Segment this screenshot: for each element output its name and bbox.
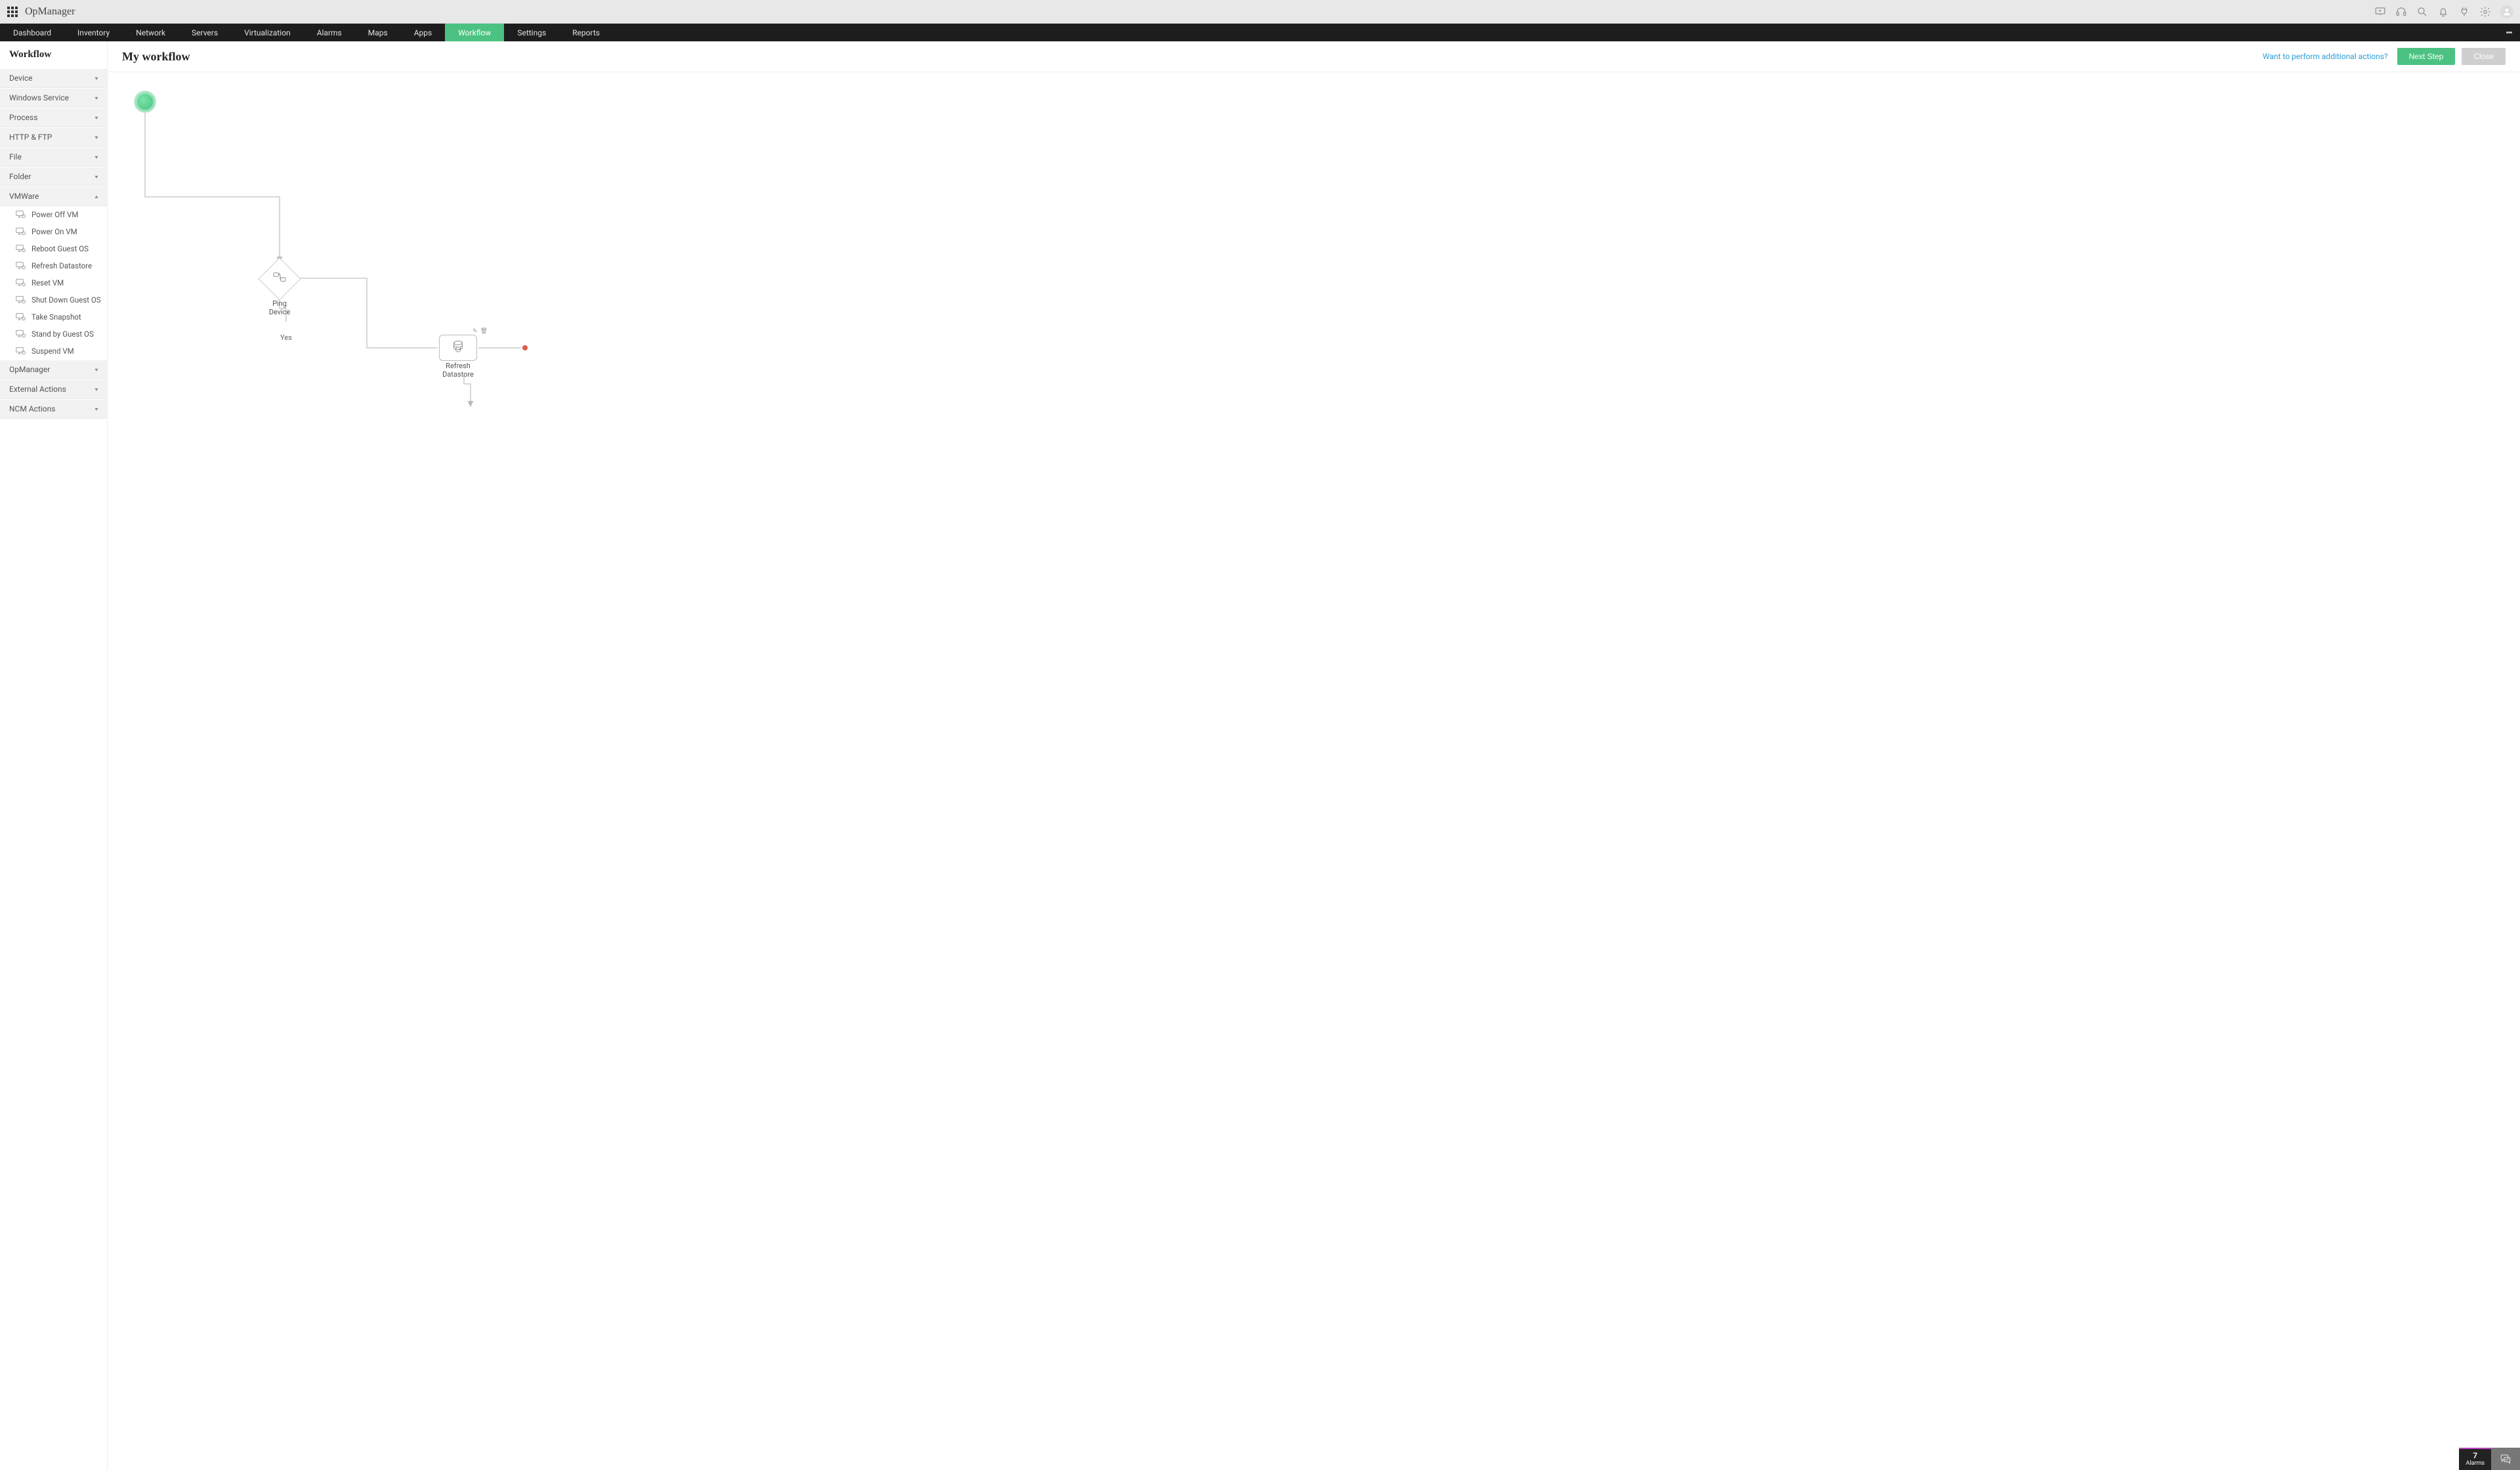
nav-dashboard[interactable]: Dashboard — [0, 24, 64, 41]
nav-apps[interactable]: Apps — [401, 24, 446, 41]
cat-file[interactable]: File▾ — [0, 147, 107, 167]
cat-ncm-actions[interactable]: NCM Actions▾ — [0, 399, 107, 419]
action-label: Take Snapshot — [32, 312, 81, 322]
next-step-button[interactable]: Next Step — [2397, 48, 2456, 65]
action-label: Suspend VM — [32, 346, 74, 356]
cat-folder[interactable]: Folder▾ — [0, 167, 107, 186]
action-suspend-vm[interactable]: Suspend VM — [0, 343, 107, 360]
vm-action-icon — [16, 210, 26, 219]
activity-tools: ✎ 🗑 — [472, 328, 488, 335]
action-power-on-vm[interactable]: Power On VM — [0, 223, 107, 240]
action-reset-vm[interactable]: Reset VM — [0, 274, 107, 291]
vm-action-icon — [16, 261, 26, 270]
action-label: Refresh Datastore — [32, 261, 92, 270]
action-label: Reboot Guest OS — [32, 244, 89, 253]
nav-network[interactable]: Network — [123, 24, 178, 41]
action-stand-by-guest-os[interactable]: Stand by Guest OS — [0, 326, 107, 343]
cat-device[interactable]: Device▾ — [0, 68, 107, 88]
workflow-title: My workflow — [122, 50, 190, 64]
nav-reports[interactable]: Reports — [559, 24, 613, 41]
action-take-snapshot[interactable]: Take Snapshot — [0, 308, 107, 326]
chevron-down-icon: ▾ — [94, 367, 98, 373]
nav-workflow[interactable]: Workflow — [445, 24, 504, 41]
user-avatar[interactable] — [2500, 5, 2513, 18]
flow-connectors — [108, 72, 961, 532]
action-shut-down-guest-os[interactable]: Shut Down Guest OS — [0, 291, 107, 308]
nav-maps[interactable]: Maps — [355, 24, 401, 41]
action-label: Power On VM — [32, 227, 77, 236]
main-nav: DashboardInventoryNetworkServersVirtuali… — [0, 24, 2520, 41]
vm-action-icon — [16, 244, 26, 253]
workflow-canvas-wrap: My workflow Want to perform additional a… — [108, 41, 2520, 1470]
cat-process[interactable]: Process▾ — [0, 108, 107, 127]
cat-opmanager[interactable]: OpManager▾ — [0, 360, 107, 379]
nav-virtualization[interactable]: Virtualization — [231, 24, 304, 41]
chevron-down-icon: ▾ — [94, 406, 98, 412]
edit-activity-icon[interactable]: ✎ — [472, 328, 478, 335]
vm-action-icon — [16, 312, 26, 322]
chevron-down-icon: ▾ — [94, 115, 98, 121]
nav-inventory[interactable]: Inventory — [64, 24, 123, 41]
sidebar: Workflow Device▾Windows Service▾Process▾… — [0, 41, 108, 1470]
apps-grid-icon[interactable] — [7, 6, 18, 18]
headset-icon[interactable] — [2395, 6, 2407, 18]
decision-ping-device[interactable] — [258, 257, 301, 300]
vm-action-icon — [16, 329, 26, 339]
action-label: Power Off VM — [32, 210, 78, 219]
chevron-down-icon: ▾ — [94, 95, 98, 101]
start-node[interactable] — [134, 91, 156, 113]
app-title: OpManager — [25, 6, 75, 18]
present-icon[interactable] — [2374, 6, 2386, 18]
vm-action-icon — [16, 346, 26, 356]
decision-label: PingDevice — [253, 299, 306, 316]
action-refresh-datastore[interactable]: Refresh Datastore — [0, 257, 107, 274]
app-bar: OpManager — [0, 0, 2520, 24]
vm-action-icon — [16, 227, 26, 236]
nav-servers[interactable]: Servers — [178, 24, 231, 41]
vm-action-icon — [16, 278, 26, 287]
chevron-up-icon: ▴ — [94, 194, 98, 200]
activity-label: RefreshDatastore — [429, 362, 488, 379]
vm-action-icon — [16, 295, 26, 304]
bottom-dock: 7Alarms — [2459, 1448, 2520, 1470]
chevron-down-icon: ▾ — [94, 154, 98, 160]
network-devices-icon — [272, 272, 287, 286]
chevron-down-icon: ▾ — [94, 387, 98, 392]
chevron-down-icon: ▾ — [94, 75, 98, 81]
action-reboot-guest-os[interactable]: Reboot Guest OS — [0, 240, 107, 257]
cat-windows-service[interactable]: Windows Service▾ — [0, 88, 107, 108]
cat-vmware[interactable]: VMWare▴ — [0, 186, 107, 206]
action-label: Shut Down Guest OS — [32, 295, 101, 304]
nav-settings[interactable]: Settings — [504, 24, 559, 41]
action-label: Stand by Guest OS — [32, 329, 94, 339]
datastore-icon — [451, 339, 465, 356]
bell-icon[interactable] — [2437, 6, 2449, 18]
chevron-down-icon: ▾ — [94, 135, 98, 140]
sidebar-title: Workflow — [0, 41, 107, 68]
action-power-off-vm[interactable]: Power Off VM — [0, 206, 107, 223]
cat-external-actions[interactable]: External Actions▾ — [0, 379, 107, 399]
cat-http-ftp[interactable]: HTTP & FTP▾ — [0, 127, 107, 147]
gear-icon[interactable] — [2479, 6, 2491, 18]
action-label: Reset VM — [32, 278, 64, 287]
delete-activity-icon[interactable]: 🗑 — [480, 328, 488, 335]
close-button[interactable]: Close — [2462, 48, 2506, 65]
help-link[interactable]: Want to perform additional actions? — [2263, 52, 2388, 61]
nav-alarms[interactable]: Alarms — [304, 24, 355, 41]
chat-dock[interactable] — [2491, 1448, 2520, 1470]
plug-icon[interactable] — [2458, 6, 2470, 18]
search-icon[interactable] — [2416, 6, 2428, 18]
workflow-canvas[interactable]: PingDevice Yes ✎ 🗑 RefreshDatastore 7Ala… — [108, 72, 2520, 1470]
alarms-dock[interactable]: 7Alarms — [2459, 1448, 2491, 1470]
chevron-down-icon: ▾ — [94, 174, 98, 180]
activity-refresh-datastore[interactable] — [439, 335, 477, 361]
branch-yes-label: Yes — [280, 333, 292, 342]
nav-more-icon[interactable] — [2498, 24, 2520, 41]
